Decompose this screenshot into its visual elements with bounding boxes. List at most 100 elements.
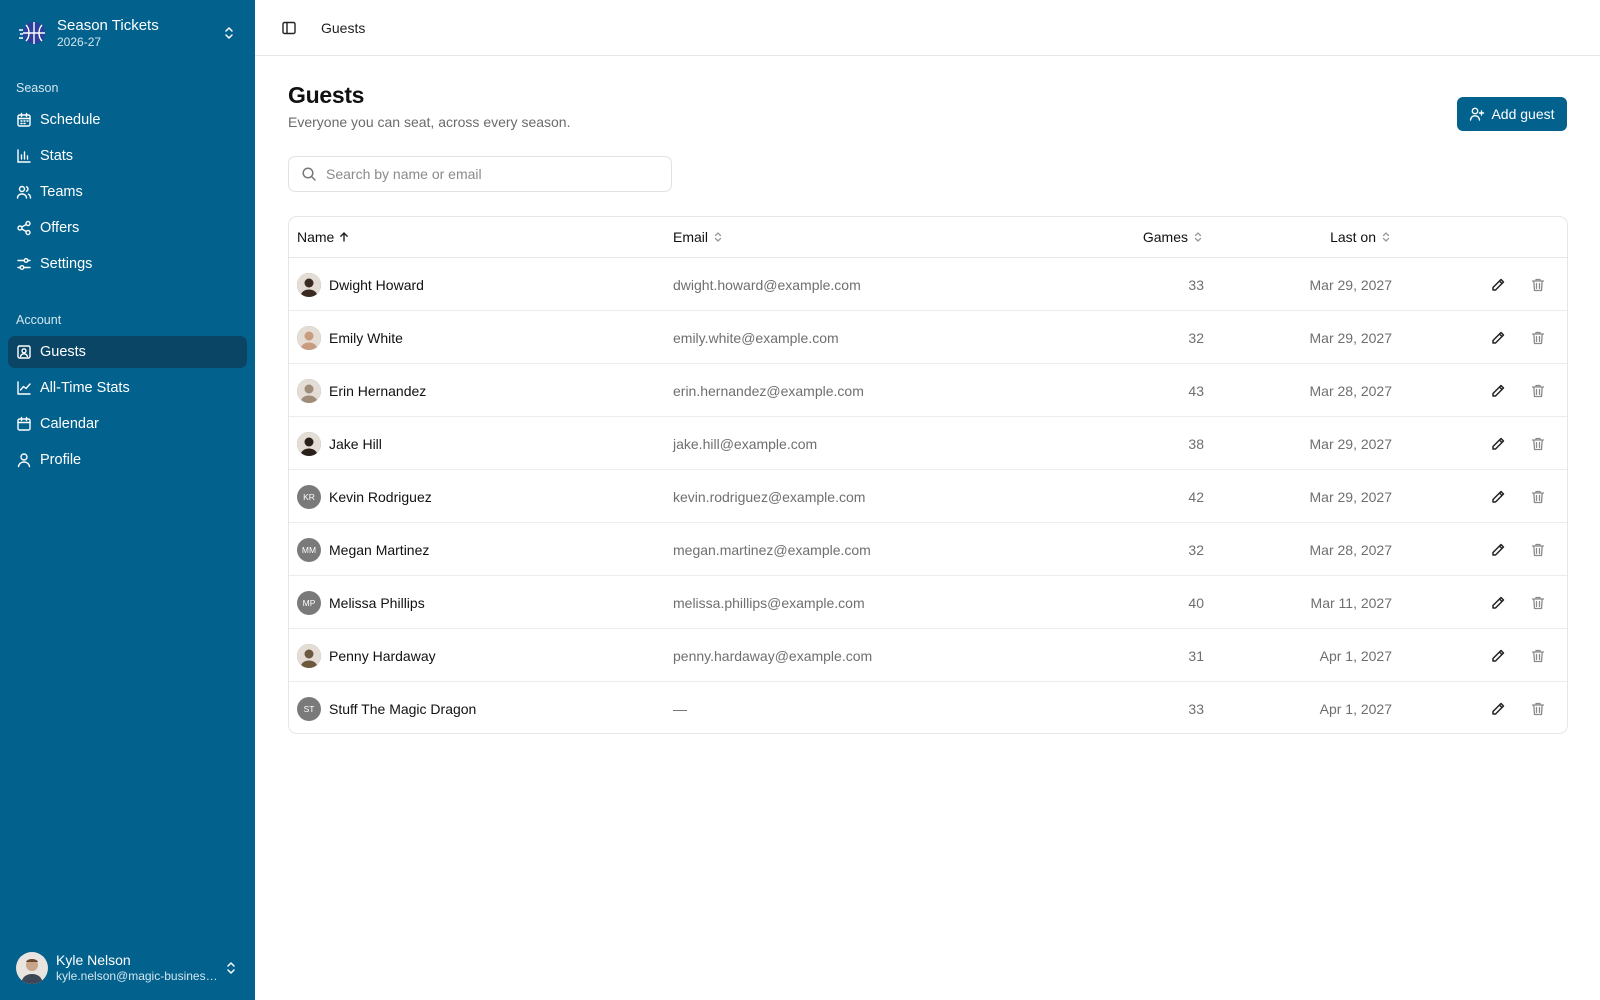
search-icon [302, 167, 316, 181]
delete-button[interactable] [1526, 576, 1550, 629]
org-switcher[interactable]: Season Tickets 2026-27 [8, 8, 247, 58]
sidebar-item-settings[interactable]: Settings [8, 248, 247, 280]
delete-button[interactable] [1526, 258, 1550, 311]
table-row[interactable]: Dwight Howard dwight.howard@example.com … [289, 258, 1567, 311]
guest-last-on: Mar 29, 2027 [1309, 435, 1393, 452]
delete-button[interactable] [1526, 417, 1550, 470]
trash-icon [1531, 278, 1545, 291]
column-header-games[interactable]: Games [1143, 217, 1204, 257]
edit-button[interactable] [1486, 576, 1510, 629]
table-row[interactable]: Penny Hardaway penny.hardaway@example.co… [289, 629, 1567, 682]
edit-button[interactable] [1486, 523, 1510, 576]
delete-button[interactable] [1526, 470, 1550, 523]
sidebar-toggle-button[interactable] [275, 14, 303, 42]
column-label: Games [1142, 229, 1188, 245]
sidebar-item-teams[interactable]: Teams [8, 176, 247, 208]
sliders-icon [17, 258, 31, 270]
pencil-icon [1492, 384, 1505, 397]
share-icon [17, 220, 31, 236]
sidebar-item-profile[interactable]: Profile [8, 444, 247, 476]
table-row[interactable]: KR Kevin Rodriguez kevin.rodriguez@examp… [289, 470, 1567, 523]
add-guest-button[interactable]: Add guest [1457, 97, 1567, 131]
guest-email: emily.white@example.com [673, 329, 839, 346]
edit-button[interactable] [1486, 311, 1510, 364]
guest-last-on: Mar 29, 2027 [1309, 329, 1393, 346]
edit-button[interactable] [1486, 364, 1510, 417]
table-row[interactable]: ST Stuff The Magic Dragon — 33 Apr 1, 20… [289, 682, 1567, 733]
delete-button[interactable] [1526, 311, 1550, 364]
avatar [297, 643, 321, 668]
guest-games: 42 [1188, 488, 1204, 505]
sidebar-item-schedule[interactable]: Schedule [8, 104, 247, 136]
page-subtitle: Everyone you can seat, across every seas… [288, 114, 571, 130]
guest-games: 38 [1188, 435, 1204, 452]
sidebar-item-guests[interactable]: Guests [8, 336, 247, 368]
guest-email: melissa.phillips@example.com [673, 594, 865, 611]
table-row[interactable]: Jake Hill jake.hill@example.com 38 Mar 2… [289, 417, 1567, 470]
pencil-icon [1492, 278, 1505, 291]
guest-name-cell: Penny Hardaway [297, 629, 436, 682]
users-icon [16, 185, 32, 199]
table-row[interactable]: Erin Hernandez erin.hernandez@example.co… [289, 364, 1567, 417]
edit-button[interactable] [1486, 258, 1510, 311]
guest-games: 32 [1188, 329, 1204, 346]
guest-email: — [673, 700, 687, 717]
guest-email: megan.martinez@example.com [673, 541, 871, 558]
guest-name: Emily White [329, 329, 403, 346]
sidebar-item-label: All-Time Stats [40, 380, 130, 396]
pencil-icon [1492, 490, 1505, 503]
table-row[interactable]: MM Megan Martinez megan.martinez@example… [289, 523, 1567, 576]
guest-games: 33 [1188, 700, 1204, 717]
guest-last-on: Mar 28, 2027 [1309, 382, 1393, 399]
edit-button[interactable] [1486, 682, 1510, 733]
sidebar-item-stats[interactable]: Stats [8, 140, 247, 172]
column-header-email[interactable]: Email [673, 217, 724, 257]
delete-button[interactable] [1526, 523, 1550, 576]
delete-button[interactable] [1526, 629, 1550, 682]
column-header-name[interactable]: Name [297, 217, 350, 257]
sidebar-item-all-time-stats[interactable]: All-Time Stats [8, 372, 247, 404]
search-field[interactable] [288, 156, 672, 192]
pencil-icon [1492, 649, 1505, 662]
column-header-last-on[interactable]: Last on [1330, 217, 1392, 257]
guest-name-cell: MP Melissa Phillips [297, 576, 425, 629]
avatar: MP [297, 590, 321, 615]
delete-button[interactable] [1526, 682, 1550, 733]
trash-icon [1531, 437, 1545, 450]
trash-icon [1531, 384, 1545, 397]
guest-name-cell: ST Stuff The Magic Dragon [297, 682, 476, 733]
guest-last-on: Mar 28, 2027 [1309, 541, 1393, 558]
pencil-icon [1492, 702, 1505, 715]
basketball-logo-icon [19, 22, 45, 44]
guest-name-cell: Dwight Howard [297, 258, 424, 311]
column-label: Last on [1330, 229, 1376, 245]
chevrons-up-down-icon [225, 27, 233, 39]
panel-left-icon [282, 21, 296, 34]
user-menu[interactable]: Kyle Nelson kyle.nelson@magic-business.c… [8, 945, 247, 991]
calendar-icon [17, 112, 31, 127]
table-row[interactable]: Emily White emily.white@example.com 32 M… [289, 311, 1567, 364]
sidebar-item-calendar[interactable]: Calendar [8, 408, 247, 440]
sidebar-item-offers[interactable]: Offers [8, 212, 247, 244]
guest-email: dwight.howard@example.com [673, 276, 861, 293]
user-email: kyle.nelson@magic-business.com [56, 969, 223, 984]
avatar: ST [297, 696, 321, 721]
avatar [297, 431, 321, 456]
edit-button[interactable] [1486, 470, 1510, 523]
guest-email: kevin.rodriguez@example.com [673, 488, 866, 505]
guest-name: Dwight Howard [329, 276, 424, 293]
avatar [297, 272, 321, 297]
contact-icon [17, 345, 31, 359]
guest-name: Melissa Phillips [329, 594, 425, 611]
topbar: Guests [255, 0, 1600, 56]
edit-button[interactable] [1486, 417, 1510, 470]
edit-button[interactable] [1486, 629, 1510, 682]
sort-icon [1194, 232, 1202, 242]
org-name: Season Tickets [57, 16, 159, 34]
delete-button[interactable] [1526, 364, 1550, 417]
table-row[interactable]: MP Melissa Phillips melissa.phillips@exa… [289, 576, 1567, 629]
bar-chart-icon [17, 149, 31, 163]
add-guest-label: Add guest [1491, 106, 1555, 122]
search-input[interactable] [326, 166, 656, 182]
avatar [16, 952, 48, 984]
